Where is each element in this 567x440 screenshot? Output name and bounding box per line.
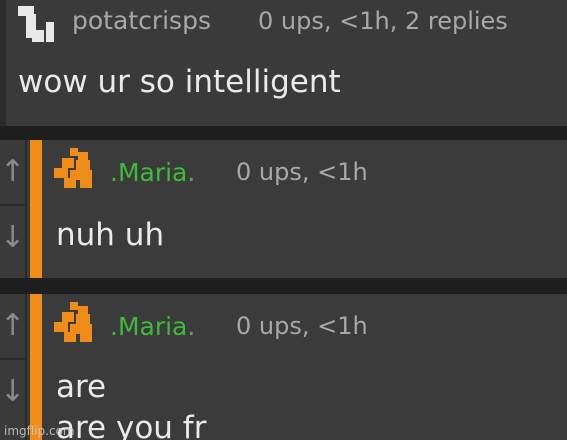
- watermark: imgflip.com: [4, 424, 75, 438]
- vote-column: ↑ ↓: [0, 140, 27, 278]
- avatar-maria-icon[interactable]: [50, 300, 102, 344]
- comment-username[interactable]: potatcrisps: [72, 6, 211, 35]
- comment-meta: 0 ups, <1h: [236, 312, 368, 340]
- comment-meta: 0 ups, <1h, 2 replies: [258, 7, 508, 35]
- comment-maria-2: ↑ ↓ .Maria. 0 ups, <1h are are you fr: [0, 294, 567, 440]
- comment-body-line-1: are: [56, 369, 107, 405]
- comment-accent-bar: [30, 294, 42, 440]
- avatar-maria-icon[interactable]: [50, 146, 102, 190]
- arrow-up-icon[interactable]: ↑: [0, 294, 25, 360]
- comment-maria-1: ↑ ↓ .Maria. 0 ups, <1h nuh uh: [0, 140, 567, 278]
- comment-username[interactable]: .Maria.: [110, 158, 195, 187]
- arrow-down-icon[interactable]: ↓: [0, 360, 25, 424]
- comment-username[interactable]: .Maria.: [110, 312, 195, 341]
- comment-body-line-2: are you fr: [56, 410, 207, 440]
- comment-meta: 0 ups, <1h: [236, 158, 368, 186]
- comment-accent-bar: [30, 140, 42, 278]
- vote-column: ↑ ↓: [0, 294, 27, 440]
- arrow-down-icon[interactable]: ↓: [0, 206, 25, 270]
- comment-body: nuh uh: [56, 217, 165, 253]
- avatar-potatcrisps-icon[interactable]: [10, 4, 62, 48]
- comment-potatcrisps: potatcrisps 0 ups, <1h, 2 replies wow ur…: [0, 0, 567, 126]
- comment-body: wow ur so intelligent: [18, 64, 341, 100]
- comment-left-rule: [0, 0, 6, 126]
- arrow-up-icon[interactable]: ↑: [0, 140, 25, 206]
